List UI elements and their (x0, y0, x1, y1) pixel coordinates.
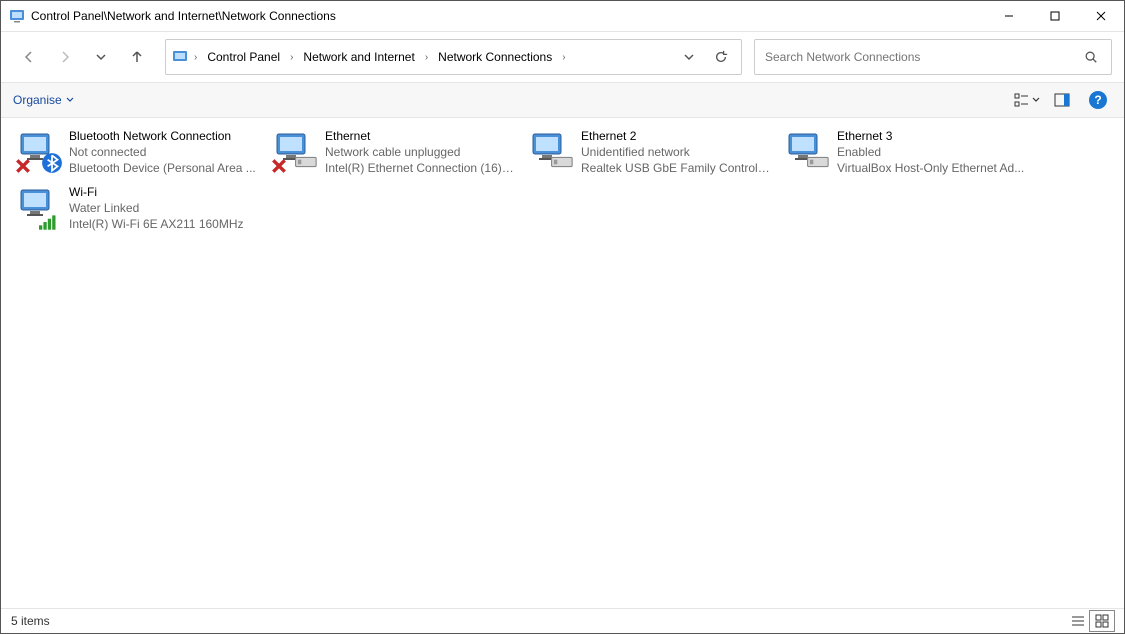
help-button[interactable]: ? (1084, 86, 1112, 114)
search-box[interactable] (754, 39, 1112, 75)
breadcrumb-control-panel[interactable]: Control Panel (203, 48, 284, 66)
titlebar: Control Panel\Network and Internet\Netwo… (1, 1, 1124, 32)
help-icon: ? (1089, 91, 1107, 109)
connections-list: Bluetooth Network ConnectionNot connecte… (9, 124, 1116, 236)
close-button[interactable] (1078, 1, 1124, 31)
connection-device: Intel(R) Wi-Fi 6E AX211 160MHz (69, 216, 259, 232)
connection-status: Not connected (69, 144, 259, 160)
address-bar[interactable]: › Control Panel › Network and Internet ›… (165, 39, 742, 75)
network-adapter-icon (15, 128, 63, 176)
connection-name: Ethernet 3 (837, 128, 1027, 144)
address-history-button[interactable] (675, 43, 703, 71)
connection-ethernet-2[interactable]: Ethernet 2Unidentified networkRealtek US… (521, 124, 777, 180)
breadcrumb-root-icon (172, 49, 188, 65)
connection-ethernet[interactable]: EthernetNetwork cable unpluggedIntel(R) … (265, 124, 521, 180)
up-button[interactable] (121, 41, 153, 73)
connection-name: Ethernet 2 (581, 128, 771, 144)
chevron-right-icon[interactable]: › (288, 52, 295, 63)
connection-info: Wi-FiWater LinkedIntel(R) Wi-Fi 6E AX211… (69, 184, 259, 232)
connection-device: Bluetooth Device (Personal Area ... (69, 160, 259, 176)
breadcrumb-network-connections[interactable]: Network Connections (434, 48, 556, 66)
connection-info: Ethernet 2Unidentified networkRealtek US… (581, 128, 771, 176)
back-button[interactable] (13, 41, 45, 73)
network-adapter-icon (15, 184, 63, 232)
item-count: 5 items (11, 614, 50, 628)
preview-pane-button[interactable] (1048, 86, 1076, 114)
chevron-down-icon (1032, 96, 1040, 104)
connection-status: Unidentified network (581, 144, 771, 160)
connection-bluetooth-network-connection[interactable]: Bluetooth Network ConnectionNot connecte… (9, 124, 265, 180)
chevron-down-icon (66, 96, 74, 104)
organise-menu[interactable]: Organise (13, 93, 74, 107)
connection-info: Ethernet 3EnabledVirtualBox Host-Only Et… (837, 128, 1027, 176)
connection-name: Ethernet (325, 128, 515, 144)
chevron-right-icon[interactable]: › (423, 52, 430, 63)
minimize-button[interactable] (986, 1, 1032, 31)
window-title: Control Panel\Network and Internet\Netwo… (31, 9, 336, 23)
forward-button[interactable] (49, 41, 81, 73)
content-area[interactable]: Bluetooth Network ConnectionNot connecte… (1, 118, 1124, 608)
connection-device: Intel(R) Ethernet Connection (16) ... (325, 160, 515, 176)
connection-wi-fi[interactable]: Wi-FiWater LinkedIntel(R) Wi-Fi 6E AX211… (9, 180, 265, 236)
connection-name: Bluetooth Network Connection (69, 128, 259, 144)
window: Control Panel\Network and Internet\Netwo… (0, 0, 1125, 634)
connection-ethernet-3[interactable]: Ethernet 3EnabledVirtualBox Host-Only Et… (777, 124, 1033, 180)
command-bar: Organise (1, 82, 1124, 118)
search-input[interactable] (763, 49, 1079, 65)
network-adapter-icon (271, 128, 319, 176)
recent-locations-button[interactable] (85, 41, 117, 73)
view-options-button[interactable] (1014, 92, 1040, 108)
connection-info: Bluetooth Network ConnectionNot connecte… (69, 128, 259, 176)
breadcrumb-network-internet[interactable]: Network and Internet (299, 48, 418, 66)
app-icon (9, 8, 25, 24)
connection-status: Enabled (837, 144, 1027, 160)
status-bar: 5 items (1, 608, 1124, 633)
navbar: › Control Panel › Network and Internet ›… (1, 32, 1124, 82)
connection-device: Realtek USB GbE Family Controller (581, 160, 771, 176)
maximize-button[interactable] (1032, 1, 1078, 31)
tiles-view-button[interactable] (1090, 611, 1114, 631)
connection-status: Water Linked (69, 200, 259, 216)
network-adapter-icon (783, 128, 831, 176)
chevron-right-icon[interactable]: › (192, 52, 199, 63)
connection-name: Wi-Fi (69, 184, 259, 200)
connection-status: Network cable unplugged (325, 144, 515, 160)
view-icon (1014, 92, 1030, 108)
refresh-button[interactable] (707, 43, 735, 71)
connection-info: EthernetNetwork cable unpluggedIntel(R) … (325, 128, 515, 176)
connection-device: VirtualBox Host-Only Ethernet Ad... (837, 160, 1027, 176)
details-view-button[interactable] (1066, 611, 1090, 631)
search-icon[interactable] (1079, 50, 1103, 64)
chevron-right-icon[interactable]: › (560, 52, 567, 63)
network-adapter-icon (527, 128, 575, 176)
organise-label: Organise (13, 93, 62, 107)
